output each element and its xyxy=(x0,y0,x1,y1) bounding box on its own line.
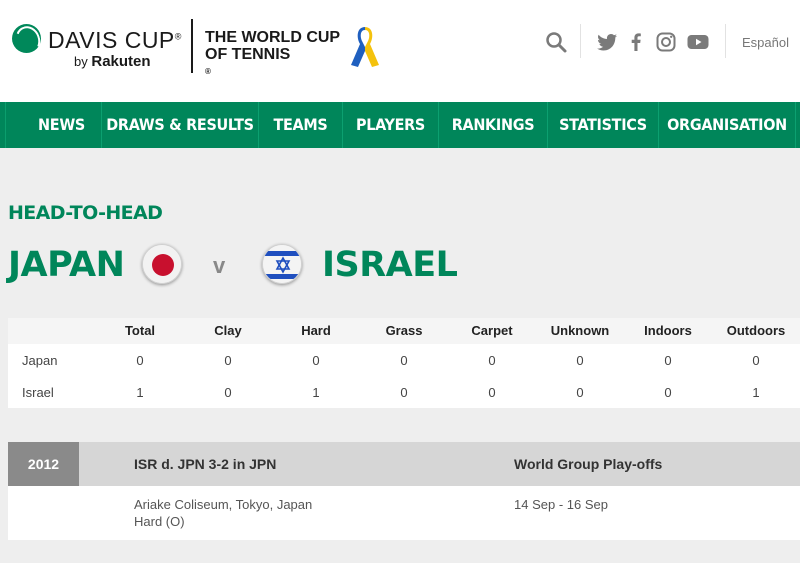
versus-label: v xyxy=(213,253,226,278)
nav-item-statistics[interactable]: STATISTICS xyxy=(548,102,659,148)
youtube-icon[interactable] xyxy=(686,30,710,54)
table-cell: 1 xyxy=(312,385,320,400)
team-israel-name[interactable]: ISRAEL xyxy=(322,245,458,285)
israel-flag-icon xyxy=(262,244,302,284)
nav-item-players[interactable]: PLAYERS xyxy=(343,102,439,148)
davis-cup-logo[interactable]: DAVIS CUP® by Rakuten xyxy=(12,24,182,70)
table-cell: 0 xyxy=(576,353,584,368)
brand-by: by xyxy=(74,54,88,69)
head-to-head-label: HEAD-TO-HEAD xyxy=(8,202,163,224)
table-cell: 0 xyxy=(224,353,232,368)
language-switch[interactable]: Español xyxy=(742,35,789,50)
table-cell: 0 xyxy=(136,353,144,368)
tie-result-card[interactable]: 2012 ISR d. JPN 3-2 in JPN World Group P… xyxy=(8,442,800,540)
japan-flag-icon xyxy=(142,244,182,284)
instagram-icon[interactable] xyxy=(654,30,678,54)
column-header-unknown: Unknown xyxy=(550,323,610,338)
search-icon[interactable] xyxy=(544,30,568,54)
table-cell: 0 xyxy=(488,385,496,400)
nav-item-draws-results[interactable]: DRAWS & RESULTS xyxy=(102,102,259,148)
table-cell: 0 xyxy=(664,385,672,400)
world-cup-tagline: THE WORLD CUP OF TENNIS ® xyxy=(205,29,340,84)
site-header: DAVIS CUP® by Rakuten THE WORLD CUP OF T… xyxy=(0,0,800,102)
table-cell: 1 xyxy=(136,385,144,400)
table-header-row: Total Clay Hard Grass Carpet Unknown Ind… xyxy=(8,318,800,344)
column-header-indoors: Indoors xyxy=(644,323,692,338)
nav-edge xyxy=(0,102,6,148)
tie-header: 2012 ISR d. JPN 3-2 in JPN World Group P… xyxy=(8,442,800,486)
row-label-israel: Israel xyxy=(22,385,54,400)
tie-year: 2012 xyxy=(8,442,79,486)
header-separator xyxy=(725,24,726,58)
table-cell: 0 xyxy=(488,353,496,368)
header-separator xyxy=(580,24,581,58)
column-header-outdoors: Outdoors xyxy=(726,323,786,338)
tie-result-link[interactable]: ISR d. JPN 3-2 in JPN xyxy=(134,456,276,472)
table-cell: 0 xyxy=(224,385,232,400)
nav-item-rankings[interactable]: RANKINGS xyxy=(439,102,548,148)
brand-registered: ® xyxy=(174,31,182,42)
logo-divider xyxy=(191,19,193,73)
table-cell: 0 xyxy=(664,353,672,368)
nav-item-news[interactable]: NEWS xyxy=(22,102,102,148)
table-cell: 0 xyxy=(312,353,320,368)
table-cell: 0 xyxy=(400,353,408,368)
table-cell: 1 xyxy=(752,385,760,400)
row-label-japan: Japan xyxy=(22,353,58,368)
ribbon-icon xyxy=(351,27,379,67)
table-cell: 0 xyxy=(752,353,760,368)
team-japan-name[interactable]: JAPAN xyxy=(8,245,125,285)
column-header-grass: Grass xyxy=(385,323,423,338)
brand-sponsor: Rakuten xyxy=(91,53,151,70)
nav-item-organisation[interactable]: ORGANISATION xyxy=(659,102,796,148)
tie-venue: Ariake Coliseum, Tokyo, Japan xyxy=(134,497,313,512)
tagline-line1: THE WORLD CUP xyxy=(205,29,341,46)
tennis-ball-icon xyxy=(12,24,41,53)
tagline-line2: OF TENNIS xyxy=(205,46,291,63)
tagline-registered: ® xyxy=(205,67,211,76)
head-to-head-stats-table: Total Clay Hard Grass Carpet Unknown Ind… xyxy=(8,318,800,408)
column-header-hard: Hard xyxy=(301,323,331,338)
column-header-total: Total xyxy=(124,323,156,338)
tie-dates: 14 Sep - 16 Sep xyxy=(514,497,608,512)
twitter-icon[interactable] xyxy=(595,30,619,54)
tie-round: World Group Play-offs xyxy=(514,456,663,472)
table-cell: 0 xyxy=(576,385,584,400)
column-header-carpet: Carpet xyxy=(471,323,513,338)
main-nav: NEWS DRAWS & RESULTS TEAMS PLAYERS RANKI… xyxy=(0,102,800,148)
brand-title: DAVIS CUP xyxy=(48,27,175,53)
nav-item-teams[interactable]: TEAMS xyxy=(259,102,343,148)
tie-surface: Hard (O) xyxy=(134,514,185,529)
column-header-clay: Clay xyxy=(214,323,242,338)
facebook-icon[interactable] xyxy=(624,30,648,54)
table-cell: 0 xyxy=(400,385,408,400)
